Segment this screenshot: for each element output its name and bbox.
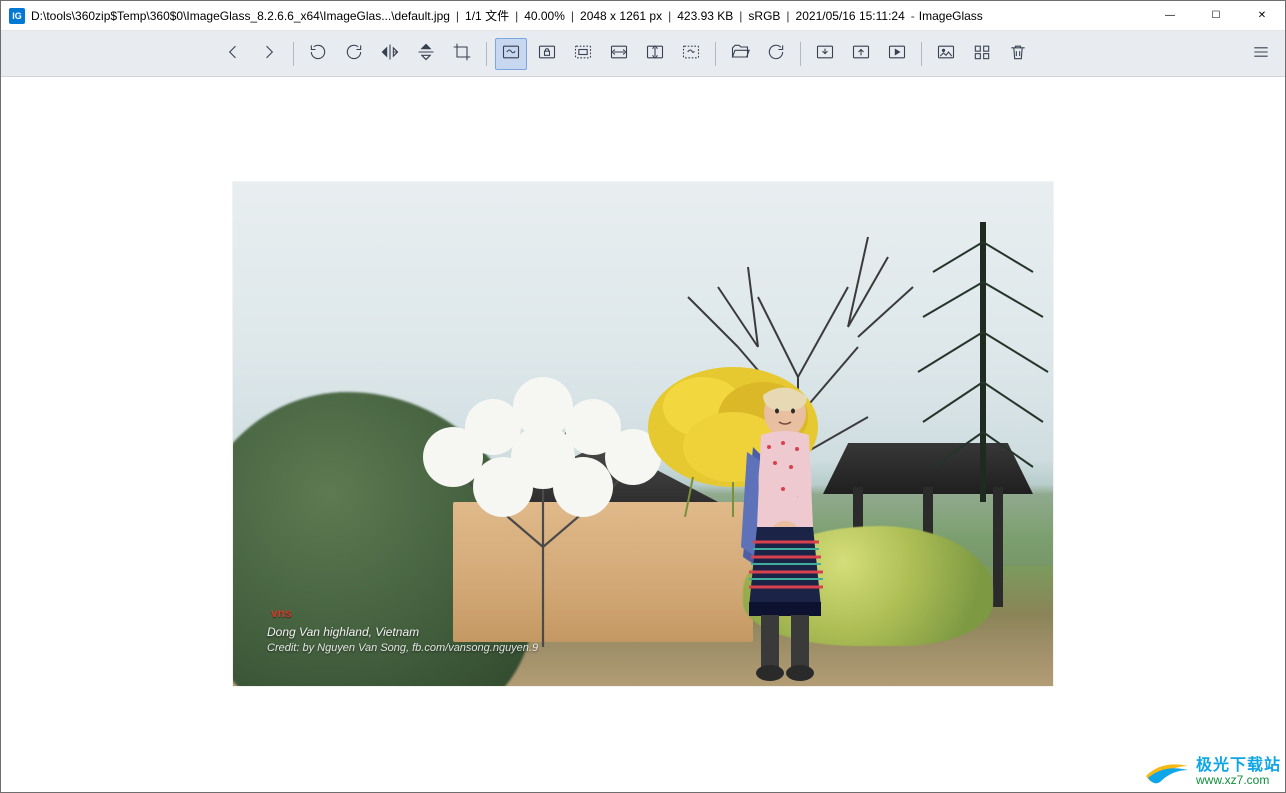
- lock-zoom-button[interactable]: [531, 38, 563, 70]
- titlebar[interactable]: IG D:\tools\360zip$Temp\360$0\ImageGlass…: [1, 1, 1285, 31]
- caption-line1: Dong Van highland, Vietnam: [267, 624, 538, 641]
- export-icon: [851, 42, 871, 65]
- app-name: ImageGlass: [919, 9, 983, 23]
- maximize-button[interactable]: ☐: [1193, 1, 1239, 30]
- watermark-url: www.xz7.com: [1196, 774, 1281, 787]
- crop-icon: [452, 42, 472, 65]
- file-timestamp: 2021/05/16 15:11:24: [796, 9, 905, 23]
- color-profile: sRGB: [748, 9, 780, 23]
- thumbnails-icon: [972, 42, 992, 65]
- close-icon: ✕: [1258, 10, 1266, 21]
- separator: |: [509, 9, 524, 23]
- file-path: D:\tools\360zip$Temp\360$0\ImageGlass_8.…: [31, 9, 450, 23]
- caption-line2: Credit: by Nguyen Van Song, fb.com/vanso…: [267, 641, 538, 656]
- auto-zoom-icon: [681, 42, 701, 65]
- toolbar: [1, 31, 1285, 77]
- toolbar-divider: [293, 42, 294, 66]
- site-watermark: 极光下载站 www.xz7.com: [1144, 756, 1281, 788]
- crop-button[interactable]: [446, 38, 478, 70]
- open-file-icon: [730, 42, 750, 65]
- dash: -: [905, 9, 919, 23]
- flip-vertical-icon: [416, 42, 436, 65]
- image-logo: vns: [271, 606, 292, 620]
- minimize-icon: —: [1165, 10, 1175, 21]
- file-size: 423.93 KB: [677, 9, 733, 23]
- fit-height-button[interactable]: [639, 38, 671, 70]
- delete-icon: [1008, 42, 1028, 65]
- displayed-image: vns Dong Van highland, Vietnam Credit: b…: [233, 182, 1053, 686]
- delete-button[interactable]: [1002, 38, 1034, 70]
- refresh-button[interactable]: [760, 38, 792, 70]
- fit-width-icon: [609, 42, 629, 65]
- refresh-icon: [766, 42, 786, 65]
- zoom-level: 40.00%: [524, 9, 565, 23]
- save-icon: [815, 42, 835, 65]
- flip-vertical-button[interactable]: [410, 38, 442, 70]
- rotate-ccw-button[interactable]: [302, 38, 334, 70]
- rotate-cw-icon: [344, 42, 364, 65]
- image-dimensions: 2048 x 1261 px: [580, 9, 662, 23]
- menu-icon: [1251, 42, 1271, 65]
- separator: |: [662, 9, 677, 23]
- toolbar-divider: [715, 42, 716, 66]
- fit-width-button[interactable]: [603, 38, 635, 70]
- open-file-button[interactable]: [724, 38, 756, 70]
- actual-size-button[interactable]: [567, 38, 599, 70]
- actual-size-icon: [573, 42, 593, 65]
- watermark-icon: [1144, 756, 1190, 788]
- toolbar-divider: [921, 42, 922, 66]
- flip-horizontal-button[interactable]: [374, 38, 406, 70]
- prev-icon: [223, 42, 243, 65]
- menu-button[interactable]: [1245, 38, 1277, 70]
- fullscreen-button[interactable]: [930, 38, 962, 70]
- file-index: 1/1 文件: [465, 7, 509, 24]
- separator: |: [780, 9, 795, 23]
- save-button[interactable]: [809, 38, 841, 70]
- fullscreen-icon: [936, 42, 956, 65]
- image-caption: Dong Van highland, Vietnam Credit: by Ng…: [267, 624, 538, 656]
- flip-horizontal-icon: [380, 42, 400, 65]
- slideshow-button[interactable]: [881, 38, 913, 70]
- separator: |: [450, 9, 465, 23]
- next-icon: [259, 42, 279, 65]
- close-button[interactable]: ✕: [1239, 1, 1285, 30]
- watermark-text-cn: 极光下载站: [1196, 757, 1281, 775]
- rotate-ccw-icon: [308, 42, 328, 65]
- export-button[interactable]: [845, 38, 877, 70]
- separator: |: [733, 9, 748, 23]
- fit-height-icon: [645, 42, 665, 65]
- app-icon: IG: [9, 8, 25, 24]
- separator: |: [565, 9, 580, 23]
- minimize-button[interactable]: —: [1147, 1, 1193, 30]
- thumbnails-button[interactable]: [966, 38, 998, 70]
- lock-zoom-icon: [537, 42, 557, 65]
- slideshow-icon: [887, 42, 907, 65]
- rotate-cw-button[interactable]: [338, 38, 370, 70]
- image-viewport[interactable]: vns Dong Van highland, Vietnam Credit: b…: [1, 77, 1285, 792]
- app-window: IG D:\tools\360zip$Temp\360$0\ImageGlass…: [0, 0, 1286, 793]
- next-button[interactable]: [253, 38, 285, 70]
- toolbar-divider: [800, 42, 801, 66]
- auto-zoom-button[interactable]: [675, 38, 707, 70]
- toolbar-divider: [486, 42, 487, 66]
- window-controls: — ☐ ✕: [1147, 1, 1285, 30]
- fit-window-button[interactable]: [495, 38, 527, 70]
- maximize-icon: ☐: [1212, 10, 1221, 21]
- fit-window-icon: [501, 42, 521, 65]
- prev-button[interactable]: [217, 38, 249, 70]
